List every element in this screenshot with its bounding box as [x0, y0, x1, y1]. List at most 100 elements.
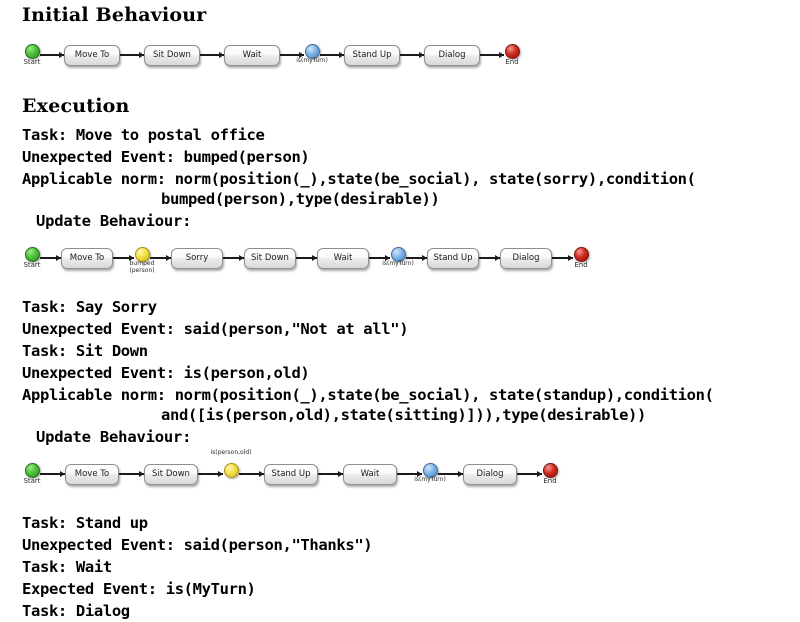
circle-green-icon [25, 44, 40, 59]
event-node-is-myturn-[interactable]: is(myTurn) [296, 33, 328, 77]
task-node-label: Wait [360, 469, 380, 479]
node-label: Start [23, 477, 41, 485]
node-label: End [543, 477, 557, 485]
task-node-label: Move To [74, 50, 110, 60]
task-node-sit-down[interactable]: Sit Down [144, 44, 200, 66]
flow-arrow-icon [40, 33, 64, 77]
circle-red-icon [505, 44, 520, 59]
trace-line: Expected Event: is(MyTurn) [22, 580, 256, 598]
flow-arrow-icon [120, 33, 144, 77]
task-node-stand-up[interactable]: Stand Up [427, 247, 479, 269]
circle-green-icon [25, 247, 40, 262]
trace-block-2: Task: Say Sorry Unexpected Event: said(p… [22, 296, 714, 425]
trace-block-3: Task: Stand up Unexpected Event: said(pe… [22, 512, 373, 622]
trace-line-continuation: and([is(person,old),state(sitting)])),ty… [161, 406, 647, 424]
event-node-bumped-person-[interactable]: bumped (person) [129, 236, 155, 280]
circle-red-icon [574, 247, 589, 262]
flow-arrow-icon [406, 236, 427, 280]
task-node-label: Dialog [476, 469, 504, 479]
flow-arrow-icon [280, 33, 304, 77]
task-node-label: Stand Up [271, 469, 311, 479]
flow-arrow-icon [296, 236, 317, 280]
start-node[interactable]: Start [23, 452, 41, 496]
task-node-label: Wait [242, 50, 262, 60]
end-node[interactable]: End [504, 33, 520, 77]
trace-block-1: Task: Move to postal office Unexpected E… [22, 124, 696, 209]
task-node-label: Move To [74, 469, 110, 479]
flow-arrow-icon [480, 33, 504, 77]
flow-arrow-icon [438, 452, 463, 496]
flow-arrow-icon [400, 33, 424, 77]
task-node-label: Wait [333, 253, 353, 263]
flow-arrow-icon [479, 236, 500, 280]
trace-line: Task: Sit Down [22, 342, 148, 360]
trace-line: Task: Say Sorry [22, 298, 157, 316]
flow-arrow-icon [150, 236, 171, 280]
trace-line: Unexpected Event: said(person,"Thanks") [22, 536, 373, 554]
flow-arrow-icon [318, 452, 343, 496]
trace-line: Task: Dialog [22, 602, 130, 620]
task-node-stand-up[interactable]: Stand Up [344, 44, 400, 66]
task-node-move-to[interactable]: Move To [61, 247, 113, 269]
trace-line: Applicable norm: norm(position(_),state(… [22, 170, 696, 188]
trace-line: Unexpected Event: is(person,old) [22, 364, 310, 382]
flow-arrow-icon [239, 452, 264, 496]
task-node-label: Sorry [185, 253, 209, 263]
trace-line: Task: Wait [22, 558, 112, 576]
update-behaviour-diagram-1: Start Move To bumped (person) Sorry Sit Down W… [23, 236, 589, 280]
task-node-stand-up[interactable]: Stand Up [264, 463, 318, 485]
update-behaviour-label-2: Update Behaviour: [36, 428, 192, 446]
event-node-is-person-old-[interactable]: is(person,old) [210, 449, 252, 496]
task-node-sit-down[interactable]: Sit Down [244, 247, 296, 269]
flow-arrow-icon [320, 33, 344, 77]
task-node-label: Sit Down [251, 253, 289, 263]
flow-arrow-icon [119, 452, 144, 496]
node-label: Start [23, 58, 41, 66]
task-node-wait[interactable]: Wait [317, 247, 369, 269]
update-behaviour-label-1: Update Behaviour: [36, 212, 192, 230]
task-node-sit-down[interactable]: Sit Down [144, 463, 198, 485]
page-title-initial-behaviour: Initial Behaviour [22, 4, 207, 26]
trace-line: Unexpected Event: said(person,"Not at al… [22, 320, 409, 338]
task-node-label: Dialog [512, 253, 540, 263]
task-node-dialog[interactable]: Dialog [424, 44, 480, 66]
task-node-wait[interactable]: Wait [224, 44, 280, 66]
trace-line-continuation: bumped(person),type(desirable)) [161, 190, 440, 208]
flow-arrow-icon [200, 33, 224, 77]
task-node-label: Dialog [438, 50, 466, 60]
end-node[interactable]: End [542, 452, 558, 496]
flow-arrow-icon [40, 236, 61, 280]
event-node-is-myturn-[interactable]: is(myTurn) [414, 452, 446, 496]
task-node-wait[interactable]: Wait [343, 463, 397, 485]
circle-yellow-icon [224, 463, 239, 478]
page-title-execution: Execution [22, 95, 130, 117]
task-node-label: Sit Down [153, 50, 191, 60]
trace-line: Task: Move to postal office [22, 126, 265, 144]
task-node-label: Stand Up [352, 50, 392, 60]
flow-arrow-icon [517, 452, 542, 496]
flow-arrow-icon [369, 236, 390, 280]
trace-line: Unexpected Event: bumped(person) [22, 148, 310, 166]
end-node[interactable]: End [573, 236, 589, 280]
flow-arrow-icon [198, 452, 223, 496]
task-node-dialog[interactable]: Dialog [463, 463, 517, 485]
diagram-node-row: Start Move To bumped (person) Sorry Sit Down W… [23, 236, 589, 280]
trace-line: Applicable norm: norm(position(_),state(… [22, 386, 714, 404]
update-behaviour-diagram-2: Start Move To Sit Down is(person,old) Stand … [23, 449, 558, 496]
node-label: End [574, 261, 588, 269]
start-node[interactable]: Start [23, 236, 41, 280]
task-node-move-to[interactable]: Move To [65, 463, 119, 485]
trace-line: Task: Stand up [22, 514, 148, 532]
task-node-sorry[interactable]: Sorry [171, 247, 223, 269]
task-node-label: Sit Down [152, 469, 190, 479]
task-node-move-to[interactable]: Move To [64, 44, 120, 66]
event-node-is-myturn-[interactable]: is(myTurn) [382, 236, 414, 280]
task-node-label: Move To [69, 253, 105, 263]
initial-behaviour-diagram: Start Move To Sit Down Wait is(myTurn) Stand … [23, 33, 520, 77]
diagram-node-row: Start Move To Sit Down is(person,old) Stand … [23, 449, 558, 496]
task-node-dialog[interactable]: Dialog [500, 247, 552, 269]
start-node[interactable]: Start [23, 33, 41, 77]
node-label: Start [23, 261, 41, 269]
flow-arrow-icon [40, 452, 65, 496]
diagram-node-row: Start Move To Sit Down Wait is(myTurn) Stand … [23, 33, 520, 77]
